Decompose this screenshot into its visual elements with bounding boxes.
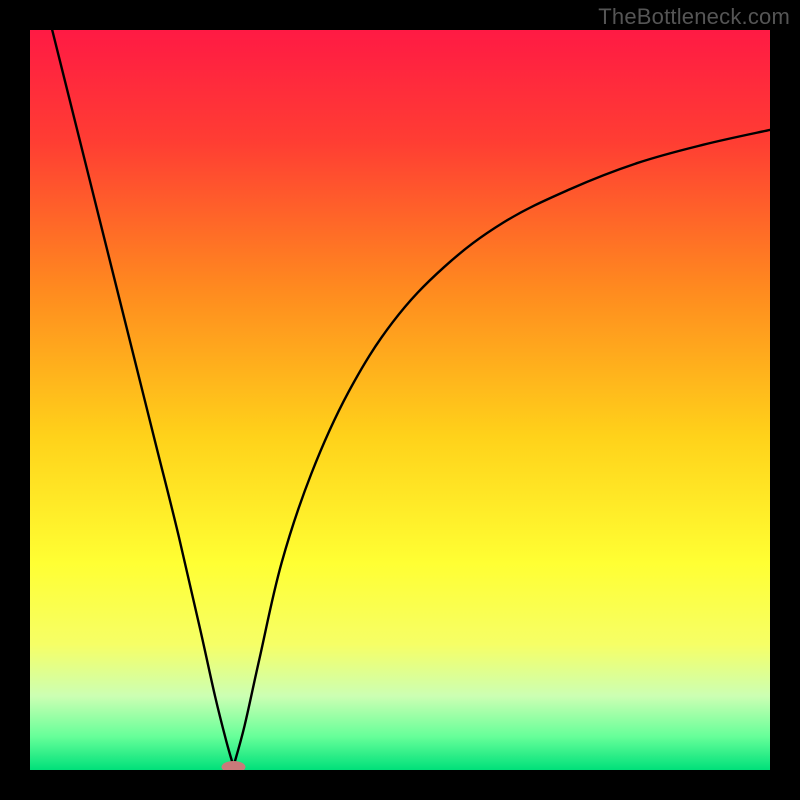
- watermark-text: TheBottleneck.com: [598, 4, 790, 30]
- gradient-background: [30, 30, 770, 770]
- chart-frame: TheBottleneck.com: [0, 0, 800, 800]
- plot-area: [30, 30, 770, 770]
- chart-svg: [30, 30, 770, 770]
